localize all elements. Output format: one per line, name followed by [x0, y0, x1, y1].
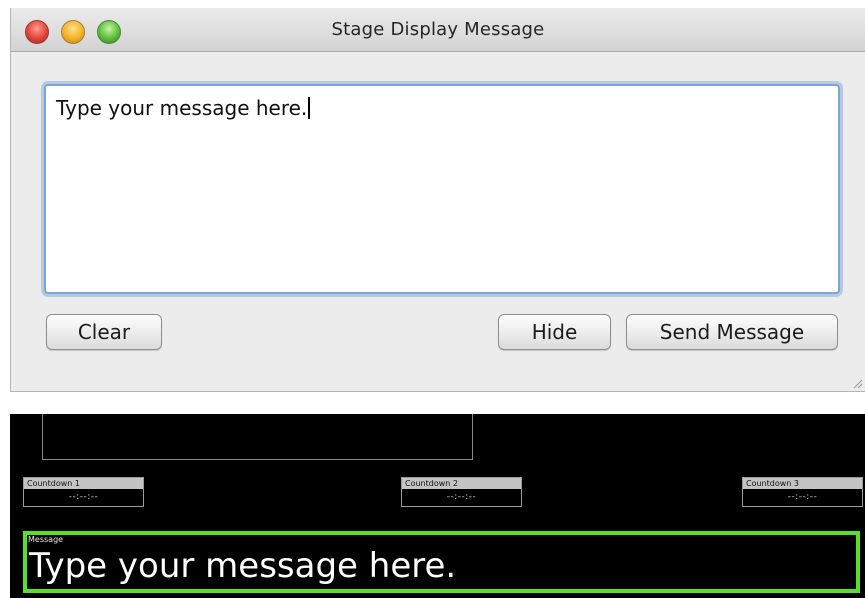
- window-title: Stage Display Message: [331, 19, 545, 40]
- countdown-2: Countdown 2 --:--:--: [401, 477, 522, 507]
- stage-message-text: Type your message here.: [29, 546, 457, 586]
- stage-message-box: Message Type your message here.: [23, 531, 860, 593]
- title-bar[interactable]: Stage Display Message: [11, 8, 865, 52]
- message-text-value: Type your message here.: [56, 96, 308, 120]
- current-slide-frame: [42, 414, 473, 460]
- text-caret: [308, 97, 311, 119]
- countdown-1: Countdown 1 --:--:--: [23, 477, 144, 507]
- send-message-button[interactable]: Send Message: [626, 314, 838, 350]
- countdown-time: --:--:--: [787, 492, 818, 502]
- countdown-time: --:--:--: [446, 492, 477, 502]
- countdown-label: Countdown 3: [743, 478, 862, 489]
- clear-button[interactable]: Clear: [46, 314, 162, 350]
- countdown-label: Countdown 2: [402, 478, 521, 489]
- countdown-time: --:--:--: [68, 492, 99, 502]
- message-text-area[interactable]: Type your message here.: [44, 84, 840, 294]
- stage-display-preview: Countdown 1 --:--:-- Countdown 2 --:--:-…: [10, 414, 865, 598]
- hide-button[interactable]: Hide: [498, 314, 611, 350]
- stage-message-label: Message: [28, 535, 64, 544]
- countdown-label: Countdown 1: [24, 478, 143, 489]
- resize-grip-icon[interactable]: [851, 377, 863, 389]
- stage-display-message-window: Stage Display Message Type your message …: [10, 8, 865, 392]
- countdown-3: Countdown 3 --:--:--: [742, 477, 863, 507]
